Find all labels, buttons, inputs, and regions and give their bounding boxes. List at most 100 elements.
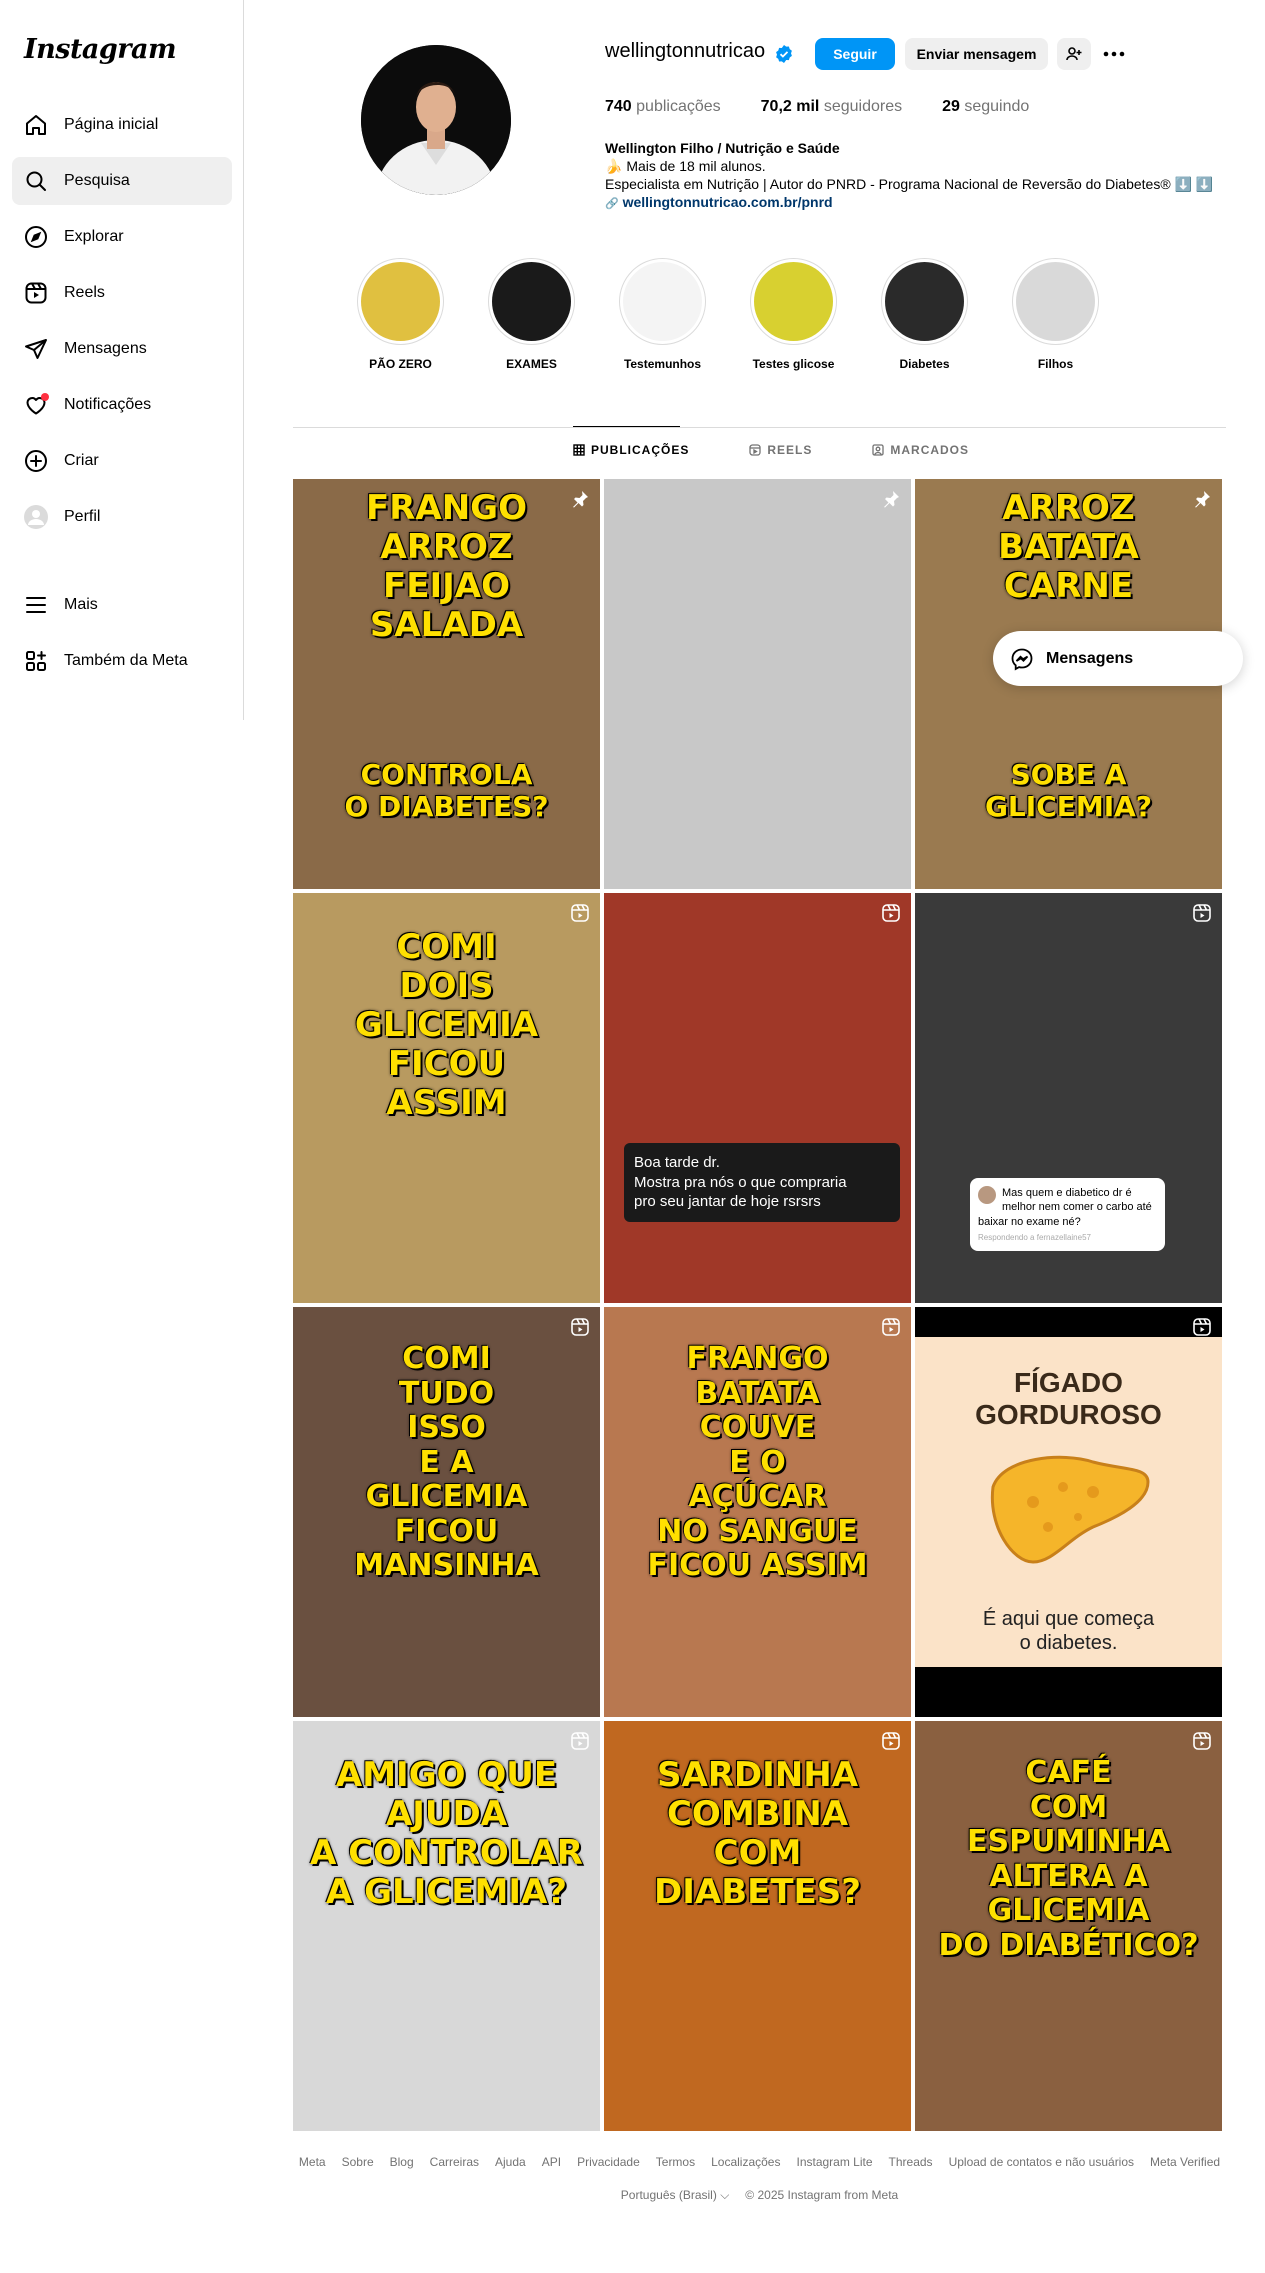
sidebar-item-label: Explorar: [64, 228, 124, 245]
reel-icon: [881, 1731, 901, 1751]
post-caption: AMIGO QUE AJUDA A CONTROLAR A GLICEMIA?: [310, 1755, 583, 1913]
footer-link[interactable]: Privacidade: [577, 2155, 640, 2169]
footer-bottom: Português (Brasil) ⌵ © 2025 Instagram fr…: [293, 2188, 1226, 2203]
footer-link[interactable]: Ajuda: [495, 2155, 526, 2169]
tag-user-icon: [872, 444, 885, 456]
post-tile[interactable]: Mas quem e diabetico dr é melhor nem com…: [915, 893, 1222, 1303]
post-tile[interactable]: FRANGO ARROZ FEIJAO SALADA CONTROLA O DIA…: [293, 479, 600, 889]
instagram-logo[interactable]: Instagram: [24, 34, 177, 65]
sidebar-item-search[interactable]: Pesquisa: [12, 157, 232, 205]
more-options-button[interactable]: [1100, 42, 1128, 66]
footer-links: Meta Sobre Blog Carreiras Ajuda API Privacidad…: [293, 2155, 1226, 2169]
sidebar-item-explore[interactable]: Explorar: [12, 213, 232, 261]
send-message-button[interactable]: Enviar mensagem: [905, 38, 1048, 70]
reel-icon: [570, 1317, 590, 1337]
search-icon: [24, 169, 48, 193]
highlight-label: PÃO ZERO: [369, 357, 432, 371]
post-caption-secondary: Sobe a glicemia?: [984, 758, 1153, 824]
sidebar-item-label: Página inicial: [64, 116, 159, 133]
footer-link[interactable]: Instagram Lite: [796, 2155, 872, 2169]
highlight-cover: [492, 262, 571, 341]
language-select[interactable]: Português (Brasil) ⌵: [621, 2188, 730, 2203]
highlight-ring: [357, 258, 444, 345]
post-caption-secondary: CONTROLA O DIABETES?: [344, 758, 549, 824]
post-caption: COMI DOIS GLICEMIA FICOU ASSIM: [354, 927, 539, 1124]
bio-line: Especialista em Nutrição | Autor do PNRD…: [605, 176, 1214, 192]
sidebar-item-notifications[interactable]: Notificações: [12, 381, 232, 429]
highlight-label: Testes glicose: [752, 357, 835, 371]
highlight-cover: [623, 262, 702, 341]
sidebar-item-messages[interactable]: Mensagens: [12, 325, 232, 373]
sidebar-item-profile[interactable]: Perfil: [12, 493, 232, 541]
plus-square-icon: [24, 449, 48, 473]
tab-reels[interactable]: REELS: [749, 443, 812, 457]
sidebar-item-label: Pesquisa: [64, 172, 130, 189]
sidebar-item-reels[interactable]: Reels: [12, 269, 232, 317]
comment-reply-card: Mas quem e diabetico dr é melhor nem com…: [970, 1178, 1165, 1252]
tab-posts[interactable]: PUBLICAÇÕES: [573, 443, 689, 457]
send-icon: [24, 337, 48, 361]
post-title: FÍGADO GORDUROSO: [975, 1367, 1162, 1431]
footer-link[interactable]: Sobre: [342, 2155, 374, 2169]
sidebar-item-meta[interactable]: Também da Meta: [12, 637, 232, 685]
highlight-item[interactable]: Diabetes: [859, 258, 990, 371]
post-tile[interactable]: [604, 479, 911, 889]
posts-count: 740 publicações: [605, 98, 721, 115]
sidebar-item-create[interactable]: Criar: [12, 437, 232, 485]
footer-link[interactable]: Meta Verified: [1150, 2155, 1220, 2169]
highlight-item[interactable]: Testemunhos: [597, 258, 728, 371]
notification-dot: [41, 393, 49, 401]
profile-stats: 740 publicações 70,2 mil seguidores 29 s…: [605, 98, 1029, 116]
post-tile[interactable]: SARDINHA COMBINA COM DIABETES?: [604, 1721, 911, 2131]
footer-link[interactable]: Threads: [889, 2155, 933, 2169]
profile-avatar[interactable]: [361, 45, 511, 195]
following-count[interactable]: 29 seguindo: [942, 98, 1029, 116]
follow-button[interactable]: Seguir: [815, 38, 895, 70]
highlight-item[interactable]: PÃO ZERO: [335, 258, 466, 371]
followers-count[interactable]: 70,2 mil seguidores: [761, 98, 902, 116]
comment-text: Mas quem e diabetico dr é melhor nem com…: [978, 1187, 1152, 1228]
heart-icon: [24, 393, 49, 417]
pinned-icon: [1192, 489, 1212, 509]
reel-icon: [570, 1731, 590, 1751]
post-tile[interactable]: FÍGADO GORDUROSO É aqui que começa o dia…: [915, 1307, 1222, 1717]
footer-link[interactable]: Meta: [299, 2155, 326, 2169]
posts-grid: FRANGO ARROZ FEIJAO SALADA CONTROLA O DIA…: [293, 479, 1224, 2131]
messages-floating-button[interactable]: Mensagens: [993, 631, 1243, 686]
sidebar-item-label: Mensagens: [64, 340, 147, 357]
meta-apps-icon: [24, 649, 48, 673]
post-tile[interactable]: Boa tarde dr. Mostra pra nós o que compr…: [604, 893, 911, 1303]
sidebar-item-home[interactable]: Página inicial: [12, 101, 232, 149]
sidebar-item-more[interactable]: Mais: [12, 581, 232, 629]
chevron-down-icon: ⌵: [720, 2188, 730, 2202]
post-tile[interactable]: FRANGO BATATA COUVE E O AÇÚCAR NO SANGUE…: [604, 1307, 911, 1717]
highlight-item[interactable]: EXAMES: [466, 258, 597, 371]
sidebar-item-label: Mais: [64, 596, 98, 613]
highlight-cover: [885, 262, 964, 341]
highlight-ring: [750, 258, 837, 345]
grid-icon: [573, 444, 585, 456]
bio-line: 🍌 Mais de 18 mil alunos.: [605, 158, 766, 174]
post-caption: SARDINHA COMBINA COM DIABETES?: [654, 1755, 861, 1913]
post-caption: COMI TUDO ISSO E A GLICEMIA FICOU MANSIN…: [354, 1341, 539, 1583]
sidebar: Instagram Página inicial Pesquisa Explor…: [0, 0, 244, 720]
footer-link[interactable]: Blog: [390, 2155, 414, 2169]
reel-icon: [1192, 903, 1212, 923]
post-tile[interactable]: AMIGO QUE AJUDA A CONTROLAR A GLICEMIA?: [293, 1721, 600, 2131]
highlight-item[interactable]: Testes glicose: [728, 258, 859, 371]
post-tile[interactable]: CAFÉ COM ESPUMINHA ALTERA A GLICEMIA DO …: [915, 1721, 1222, 2131]
post-tile[interactable]: COMI DOIS GLICEMIA FICOU ASSIM: [293, 893, 600, 1303]
footer-link[interactable]: Carreiras: [430, 2155, 479, 2169]
verified-badge-icon: [776, 45, 792, 63]
footer-link[interactable]: API: [542, 2155, 561, 2169]
commenter-avatar: [978, 1186, 996, 1204]
bio-link[interactable]: 🔗 wellingtonnutricao.com.br/pnrd: [605, 193, 1225, 213]
active-tab-indicator: [573, 426, 680, 427]
post-tile[interactable]: COMI TUDO ISSO E A GLICEMIA FICOU MANSIN…: [293, 1307, 600, 1717]
tab-tagged[interactable]: MARCADOS: [872, 443, 969, 457]
footer-link[interactable]: Localizações: [711, 2155, 780, 2169]
highlight-item[interactable]: Filhos: [990, 258, 1121, 371]
footer-link[interactable]: Termos: [656, 2155, 695, 2169]
footer-link[interactable]: Upload de contatos e não usuários: [949, 2155, 1134, 2169]
suggested-users-button[interactable]: [1057, 38, 1091, 70]
